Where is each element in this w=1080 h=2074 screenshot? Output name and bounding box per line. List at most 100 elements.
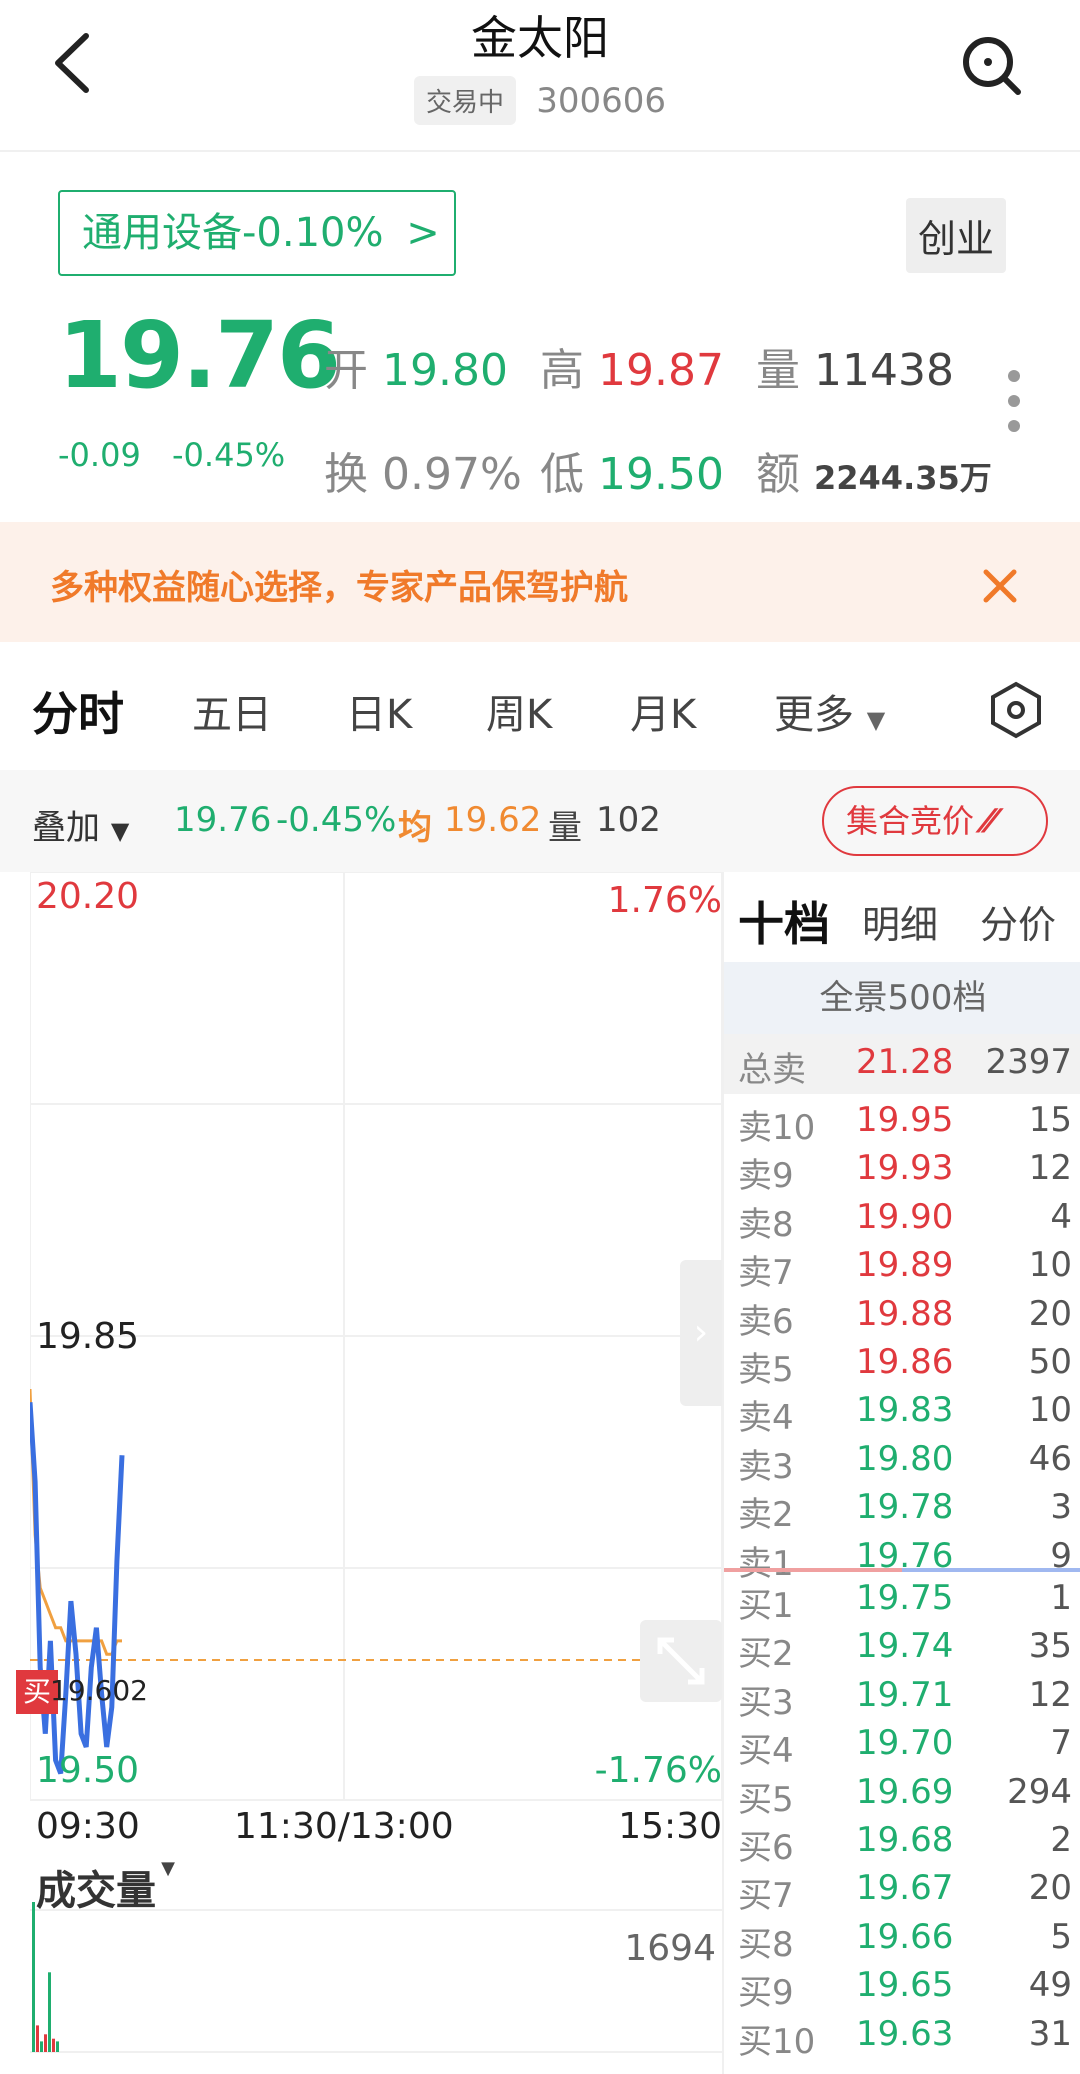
- buy-level-row[interactable]: 买3 19.71 12: [724, 1675, 1080, 1723]
- sell-level-row[interactable]: 卖7 19.89 10: [724, 1245, 1080, 1293]
- caret-down-icon: ▼: [866, 706, 886, 734]
- tab-daily-k[interactable]: 日K: [346, 682, 412, 740]
- buy-level-row[interactable]: 买7 19.67 20: [724, 1868, 1080, 1916]
- volume-title: 成交量: [36, 1868, 156, 1914]
- buy-level-row[interactable]: 买10 19.63 31: [724, 2014, 1080, 2062]
- sell-level-price: 19.89: [856, 1245, 954, 1286]
- volume-stat: 量 11438: [756, 334, 954, 398]
- turnover-value: 0.97%: [382, 449, 522, 500]
- sell-level-label: 卖4: [738, 1398, 794, 1439]
- buy-level-row[interactable]: 买6 19.68 2: [724, 1820, 1080, 1868]
- low-stat: 低 19.50: [540, 438, 724, 502]
- tab-monthly-k[interactable]: 月K: [630, 682, 696, 740]
- vol-value: 102: [596, 800, 661, 840]
- buy-level-label: 买7: [738, 1876, 794, 1917]
- open-stat: 开 19.80: [324, 334, 508, 398]
- buy-level-row[interactable]: 买4 19.70 7: [724, 1723, 1080, 1771]
- sell-level-price: 19.78: [856, 1487, 954, 1528]
- total-sell-row: 总卖 21.28 2397: [724, 1034, 1080, 1094]
- volume-bar: [44, 2034, 47, 2052]
- sell-level-row[interactable]: 卖2 19.78 3: [724, 1487, 1080, 1535]
- sell-level-row[interactable]: 卖9 19.93 12: [724, 1148, 1080, 1196]
- buy-level-label: 买1: [738, 1586, 794, 1626]
- buy-level-label: 买4: [738, 1731, 794, 1772]
- buy-level-price: 19.70: [856, 1723, 954, 1764]
- buy-level-price: 19.63: [856, 2013, 954, 2054]
- sell-level-row[interactable]: 卖3 19.80 46: [724, 1439, 1080, 1487]
- tab-more-label: 更多: [774, 692, 854, 738]
- volume-bar: [56, 2041, 59, 2052]
- low-label: 低: [540, 449, 584, 500]
- sell-level-label: 卖5: [738, 1350, 794, 1390]
- buy-level-price: 19.66: [856, 1916, 954, 1957]
- amount-value: 2244.35万: [814, 459, 992, 497]
- more-vertical-icon[interactable]: [1000, 366, 1028, 436]
- promo-banner[interactable]: 多种权益随心选择，专家产品保驾护航: [0, 522, 1080, 642]
- side-panel-toggle[interactable]: ›: [680, 1260, 722, 1406]
- tab-details[interactable]: 明细: [862, 894, 938, 949]
- buy-level-label: 买8: [738, 1924, 794, 1965]
- sector-label: 通用设备-0.10%: [82, 210, 384, 256]
- auction-button[interactable]: 集合竞价 ⁄⁄: [822, 786, 1048, 856]
- top-header: 金太阳 交易中 300606: [0, 0, 1080, 152]
- amount-stat: 额 2244.35万: [756, 438, 992, 502]
- buy-level-volume: 1: [1050, 1578, 1072, 1618]
- sell-level-row[interactable]: 卖6 19.88 20: [724, 1294, 1080, 1342]
- overlay-price: 19.76: [174, 800, 272, 840]
- tab-five-day[interactable]: 五日: [192, 682, 272, 740]
- buy-level-volume: 294: [1007, 1771, 1072, 1812]
- status-row: 交易中 300606: [0, 76, 1080, 125]
- buy-level-label: 买6: [738, 1828, 794, 1868]
- tab-ten-levels[interactable]: 十档: [738, 888, 830, 954]
- sell-level-price: 19.90: [856, 1196, 954, 1237]
- tab-intraday[interactable]: 分时: [32, 678, 124, 744]
- sell-level-label: 卖7: [738, 1253, 794, 1294]
- auction-icon: ⁄⁄: [984, 802, 995, 840]
- overlay-dropdown[interactable]: 叠加 ▼: [32, 800, 129, 849]
- sell-level-volume: 10: [1028, 1390, 1072, 1431]
- sell-level-price: 19.95: [856, 1100, 954, 1140]
- buy-level-row[interactable]: 买9 19.65 49: [724, 1965, 1080, 2013]
- stock-name: 金太阳: [471, 11, 609, 65]
- buy-level-label: 买9: [738, 1973, 794, 2014]
- sell-level-row[interactable]: 卖10 19.95 15: [724, 1100, 1080, 1148]
- sell-level-volume: 50: [1028, 1342, 1072, 1382]
- sell-level-price: 19.88: [856, 1293, 954, 1334]
- sell-level-row[interactable]: 卖8 19.90 4: [724, 1197, 1080, 1245]
- buy-level-row[interactable]: 买5 19.69 294: [724, 1772, 1080, 1820]
- avg-value: 19.62: [444, 800, 542, 840]
- buy-level-label: 买2: [738, 1634, 794, 1675]
- sector-button[interactable]: 通用设备-0.10% >: [58, 190, 456, 276]
- intraday-chart[interactable]: 20.20 1.76% 19.85 19.50 -1.76% 09:30 11:…: [16, 872, 722, 2074]
- sell-level-label: 卖3: [738, 1446, 794, 1487]
- board-badge: 创业: [906, 198, 1007, 273]
- buy-level-row[interactable]: 买2 19.74 35: [724, 1626, 1080, 1674]
- sell-level-label: 卖2: [738, 1495, 794, 1536]
- sell-level-price: 19.83: [856, 1390, 954, 1431]
- turnover-stat: 换 0.97%: [324, 438, 522, 502]
- sell-level-price: 19.93: [856, 1148, 954, 1189]
- sell-level-row[interactable]: 卖5 19.86 50: [724, 1342, 1080, 1390]
- expand-icon: [657, 1637, 705, 1685]
- tab-more[interactable]: 更多 ▼: [774, 682, 885, 740]
- buy-level-volume: 31: [1028, 2013, 1072, 2054]
- y-axis-mid: 19.85: [36, 1316, 140, 1357]
- open-value: 19.80: [382, 345, 508, 396]
- buy-level-row[interactable]: 买1 19.75 1: [724, 1578, 1080, 1626]
- sell-level-row[interactable]: 卖4 19.83 10: [724, 1390, 1080, 1438]
- close-icon[interactable]: [980, 566, 1020, 606]
- volume-title-row[interactable]: 成交量 ▼: [36, 1858, 175, 1916]
- order-book: 十档 明细 分价 全景500档 总卖 21.28 2397 卖10 19.95 15…: [722, 872, 1080, 2074]
- tab-weekly-k[interactable]: 周K: [486, 682, 552, 740]
- tab-price-distribution[interactable]: 分价: [980, 894, 1056, 949]
- hexagon-settings-icon[interactable]: [986, 680, 1046, 740]
- expand-chart-button[interactable]: [640, 1620, 722, 1702]
- sell-level-volume: 10: [1028, 1245, 1072, 1286]
- sell-level-row[interactable]: 卖1 19.76 9: [724, 1536, 1080, 1584]
- buy-level-row[interactable]: 买8 19.66 5: [724, 1917, 1080, 1965]
- avg-price-line: [30, 1388, 122, 1656]
- panorama-500-button[interactable]: 全景500档: [724, 962, 1080, 1034]
- buy-price-label: 19.602: [50, 1674, 148, 1707]
- search-icon[interactable]: [956, 30, 1026, 100]
- buy-level-price: 19.67: [856, 1868, 954, 1909]
